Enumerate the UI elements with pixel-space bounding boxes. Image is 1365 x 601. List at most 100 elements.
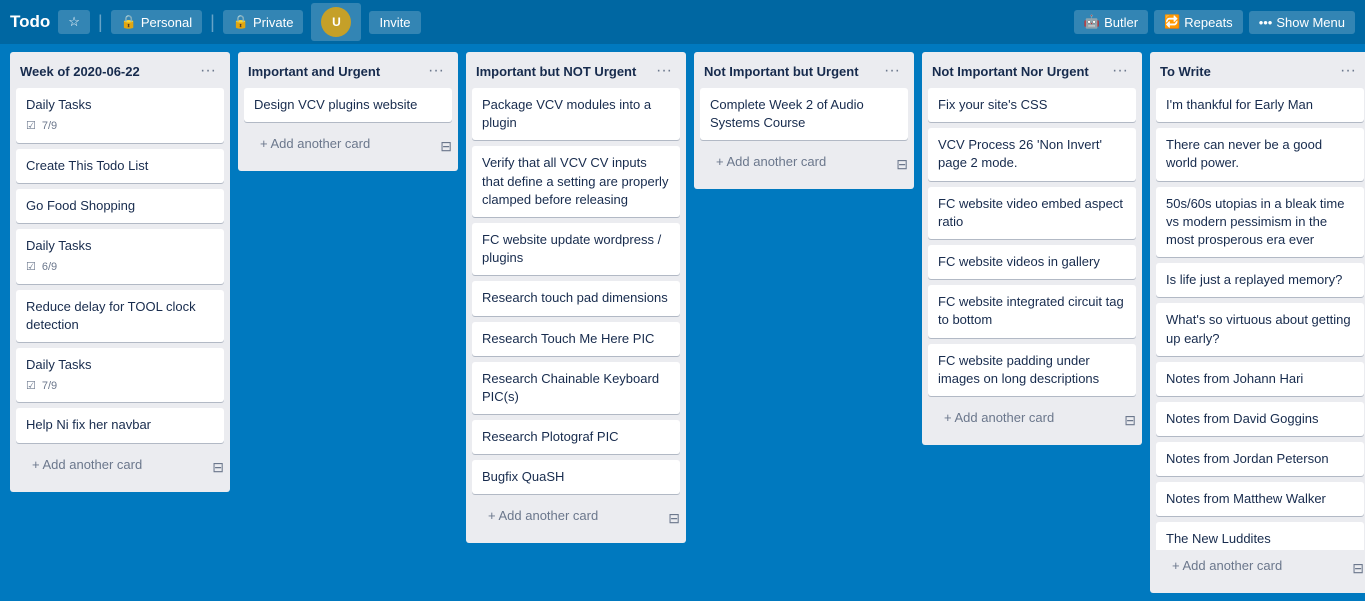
star-icon: ☆ [68, 14, 80, 30]
archive-button-week[interactable]: ⊟ [212, 459, 224, 476]
card-c12[interactable]: Research touch pad dimensions✏ [472, 281, 680, 315]
add-card-row-important-urgent: + Add another card ⊟ [238, 128, 458, 171]
card-c4[interactable]: Daily Tasks☑6/9✏ [16, 229, 224, 284]
add-card-button-week[interactable]: + Add another card [22, 451, 152, 480]
column-menu-not-important-urgent[interactable]: ··· [880, 60, 904, 82]
add-card-row-important-not-urgent: + Add another card ⊟ [466, 500, 686, 543]
card-c22[interactable]: FC website integrated circuit tag to bot… [928, 285, 1136, 337]
card-c18[interactable]: Fix your site's CSS✏ [928, 88, 1136, 122]
card-c25[interactable]: There can never be a good world power.✏ [1156, 128, 1364, 180]
show-menu-button[interactable]: ••• Show Menu [1249, 11, 1355, 34]
card-c6[interactable]: Daily Tasks☑7/9✏ [16, 348, 224, 403]
archive-button-important-not-urgent[interactable]: ⊟ [668, 510, 680, 527]
card-text-c9: Package VCV modules into a plugin [482, 97, 651, 130]
card-c3[interactable]: Go Food Shopping✏ [16, 189, 224, 223]
column-cards-week: Daily Tasks☑7/9✏ Create This Todo List✏ Go… [10, 88, 230, 449]
card-c9[interactable]: Package VCV modules into a plugin✏ [472, 88, 680, 140]
column-menu-to-write[interactable]: ··· [1336, 60, 1360, 82]
card-c30[interactable]: Notes from David Goggins✏ [1156, 402, 1364, 436]
card-text-c20: FC website video embed aspect ratio [938, 196, 1123, 229]
card-c8[interactable]: Design VCV plugins website✏ [244, 88, 452, 122]
card-text-c6: Daily Tasks [26, 357, 92, 372]
card-c16[interactable]: Bugfix QuaSH✏ [472, 460, 680, 494]
ellipsis-icon: ••• [1259, 15, 1273, 30]
card-text-c2: Create This Todo List [26, 158, 148, 173]
card-c29[interactable]: Notes from Johann Hari✏ [1156, 362, 1364, 396]
card-meta-text-c4: 6/9 [42, 260, 57, 275]
card-c15[interactable]: Research Plotograf PIC✏ [472, 420, 680, 454]
card-c11[interactable]: FC website update wordpress / plugins✏ [472, 223, 680, 275]
card-text-c13: Research Touch Me Here PIC [482, 331, 654, 346]
private-button[interactable]: 🔒 Private [223, 10, 304, 34]
column-title-week: Week of 2020-06-22 [20, 64, 140, 79]
star-button[interactable]: ☆ [58, 10, 90, 34]
add-card-row-not-important-not-urgent: + Add another card ⊟ [922, 402, 1142, 445]
archive-button-important-urgent[interactable]: ⊟ [440, 138, 452, 155]
card-c5[interactable]: Reduce delay for TOOL clock detection✏ [16, 290, 224, 342]
column-title-not-important-urgent: Not Important but Urgent [704, 64, 859, 79]
card-meta-c6: ☑7/9 [26, 379, 214, 394]
card-c26[interactable]: 50s/60s utopias in a bleak time vs moder… [1156, 187, 1364, 258]
add-card-button-not-important-not-urgent[interactable]: + Add another card [934, 404, 1064, 433]
card-c13[interactable]: Research Touch Me Here PIC✏ [472, 322, 680, 356]
card-text-c19: VCV Process 26 'Non Invert' page 2 mode. [938, 137, 1102, 170]
archive-button-not-important-not-urgent[interactable]: ⊟ [1124, 412, 1136, 429]
butler-button[interactable]: 🤖 Butler [1074, 10, 1148, 34]
card-c28[interactable]: What's so virtuous about getting up earl… [1156, 303, 1364, 355]
column-title-to-write: To Write [1160, 64, 1211, 79]
card-meta-c1: ☑7/9 [26, 119, 214, 134]
card-c33[interactable]: The New Luddites✏ [1156, 522, 1364, 550]
card-text-c10: Verify that all VCV CV inputs that defin… [482, 155, 668, 206]
column-important-urgent: Important and Urgent···Design VCV plugin… [238, 52, 458, 171]
checklist-icon-c4: ☑ [26, 260, 36, 275]
card-text-c3: Go Food Shopping [26, 198, 135, 213]
card-text-c31: Notes from Jordan Peterson [1166, 451, 1329, 466]
card-c32[interactable]: Notes from Matthew Walker✏ [1156, 482, 1364, 516]
card-c19[interactable]: VCV Process 26 'Non Invert' page 2 mode.… [928, 128, 1136, 180]
column-header-week: Week of 2020-06-22 ··· [10, 52, 230, 88]
personal-button[interactable]: 🔒 Personal [111, 10, 203, 34]
avatar-button[interactable]: U [311, 3, 361, 41]
card-c14[interactable]: Research Chainable Keyboard PIC(s)✏ [472, 362, 680, 414]
card-c27[interactable]: Is life just a replayed memory?✏ [1156, 263, 1364, 297]
board: Week of 2020-06-22 ··· Daily Tasks☑7/9✏ Cre… [0, 44, 1365, 601]
column-not-important-not-urgent: Not Important Nor Urgent···Fix your site… [922, 52, 1142, 445]
header-right: 🤖 Butler 🔁 Repeats ••• Show Menu [1074, 10, 1355, 34]
divider-2: | [210, 12, 215, 33]
card-c31[interactable]: Notes from Jordan Peterson✏ [1156, 442, 1364, 476]
column-cards-important-not-urgent: Package VCV modules into a plugin✏ Verify… [466, 88, 686, 500]
archive-button-not-important-urgent[interactable]: ⊟ [896, 156, 908, 173]
column-not-important-urgent: Not Important but Urgent ··· Complete Week… [694, 52, 914, 189]
card-text-c29: Notes from Johann Hari [1166, 371, 1303, 386]
repeats-icon: 🔁 [1164, 14, 1180, 30]
card-c17[interactable]: Complete Week 2 of Audio Systems Course✏ [700, 88, 908, 140]
column-week: Week of 2020-06-22 ··· Daily Tasks☑7/9✏ Cre… [10, 52, 230, 492]
column-title-important-not-urgent: Important but NOT Urgent [476, 64, 636, 79]
card-c20[interactable]: FC website video embed aspect ratio✏ [928, 187, 1136, 239]
add-card-button-important-not-urgent[interactable]: + Add another card [478, 502, 608, 531]
card-c7[interactable]: Help Ni fix her navbar✏ [16, 408, 224, 442]
card-text-c4: Daily Tasks [26, 238, 92, 253]
column-menu-week[interactable]: ··· [196, 60, 220, 82]
add-card-row-to-write: + Add another card ⊟ [1150, 550, 1365, 593]
column-cards-not-important-urgent: Complete Week 2 of Audio Systems Course✏ [694, 88, 914, 146]
add-card-button-to-write[interactable]: + Add another card [1162, 552, 1292, 581]
card-c1[interactable]: Daily Tasks☑7/9✏ [16, 88, 224, 143]
card-c21[interactable]: FC website videos in gallery✏ [928, 245, 1136, 279]
column-menu-important-urgent[interactable]: ··· [424, 60, 448, 82]
column-menu-not-important-not-urgent[interactable]: ··· [1108, 60, 1132, 82]
invite-button[interactable]: Invite [369, 11, 420, 34]
card-text-c18: Fix your site's CSS [938, 97, 1047, 112]
column-to-write: To Write ··· I'm thankful for Early Man✏ Th… [1150, 52, 1365, 593]
column-cards-important-urgent: Design VCV plugins website✏ [238, 88, 458, 128]
column-menu-important-not-urgent[interactable]: ··· [652, 60, 676, 82]
repeats-button[interactable]: 🔁 Repeats [1154, 10, 1243, 34]
card-c24[interactable]: I'm thankful for Early Man✏ [1156, 88, 1364, 122]
card-c10[interactable]: Verify that all VCV CV inputs that defin… [472, 146, 680, 217]
add-card-button-important-urgent[interactable]: + Add another card [250, 130, 380, 159]
card-c2[interactable]: Create This Todo List✏ [16, 149, 224, 183]
card-c23[interactable]: FC website padding under images on long … [928, 344, 1136, 396]
add-card-button-not-important-urgent[interactable]: + Add another card [706, 148, 836, 177]
card-text-c5: Reduce delay for TOOL clock detection [26, 299, 196, 332]
archive-button-to-write[interactable]: ⊟ [1352, 560, 1364, 577]
